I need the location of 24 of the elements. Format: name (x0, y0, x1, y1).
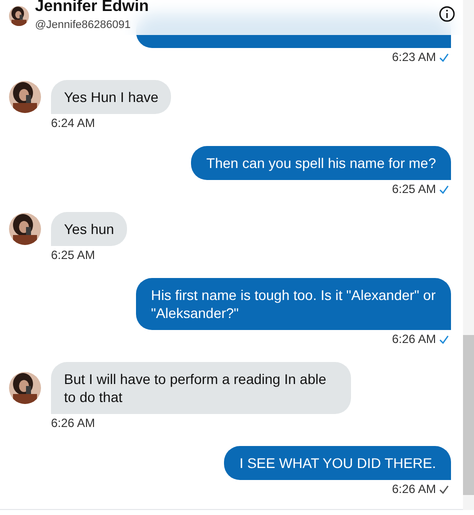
sent-message-bubble: I SEE WHAT YOU DID THERE. (224, 446, 451, 480)
message-time: 6:26 AM (392, 332, 436, 346)
check-icon (439, 484, 449, 494)
received-message-bubble: Yes Hun I have (51, 80, 172, 114)
check-icon (439, 52, 449, 62)
message-time: 6:25 AM (51, 248, 96, 262)
message-time: 6:23 AM (392, 50, 436, 64)
message-time: 6:25 AM (392, 182, 436, 196)
message-time: 6:26 AM (392, 482, 436, 496)
received-message-bubble: But I will have to perform a reading In able to do that (51, 362, 351, 414)
scrollbar[interactable] (463, 0, 474, 510)
avatar (9, 81, 41, 113)
contact-handle: @Jennife86286091 (35, 19, 132, 32)
info-icon[interactable] (439, 6, 455, 22)
avatar (9, 213, 41, 245)
sent-message-bubble: His first name is tough too. Is it "Alexander" or "Aleksander?" (136, 278, 451, 330)
received-message-bubble: Yes hun (51, 212, 128, 246)
check-icon (439, 184, 449, 194)
message-time: 6:26 AM (51, 416, 96, 430)
avatar (9, 6, 29, 26)
sent-message-bubble: Then can you spell his name for me? (191, 146, 451, 180)
message-time: 6:24 AM (51, 116, 96, 130)
avatar (9, 372, 41, 404)
check-icon (439, 334, 449, 344)
